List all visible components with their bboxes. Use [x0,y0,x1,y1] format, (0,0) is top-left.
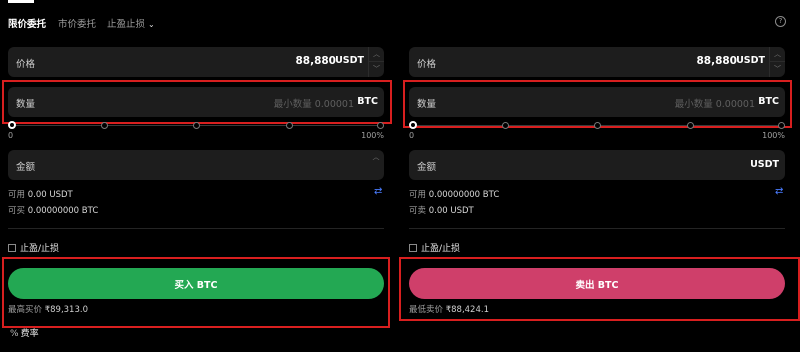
decrement-icon[interactable]: ﹀ [770,62,785,77]
slider-handle[interactable] [8,121,16,129]
sell-amount-field[interactable]: 数量 最小数量 0.00001 BTC [409,87,785,117]
tpsl-checkbox[interactable] [409,244,417,252]
buy-amount-field[interactable]: 数量 最小数量 0.00001 BTC [8,87,384,117]
buy-best-label: 最高买价 [8,305,43,315]
sell-best-value: ₹88,424.1 [445,305,489,315]
tpsl-checkbox[interactable] [8,244,16,252]
buy-amount-slider[interactable]: 0 100% [8,121,384,140]
sell-price-label: 价格 [417,59,437,70]
sell-best-price: 最低卖价 ₹88,424.1 [409,303,489,315]
sell-can-sell: 可卖 0.00 USDT [409,204,474,216]
buy-available-label: 可用 [8,190,26,200]
buy-amount-label: 数量 [16,99,36,110]
sell-price-field[interactable]: 价格 88,880 USDT ︿ ﹀ [409,47,785,77]
divider [8,228,384,229]
divider [409,228,785,229]
sell-price-stepper[interactable]: ︿ ﹀ [769,47,785,77]
transfer-icon[interactable]: ⇄ [374,186,382,197]
buy-btc-button[interactable]: 买入 BTC [8,268,384,299]
buy-price-label: 价格 [16,59,36,70]
sell-total-label: 金额 [417,162,437,173]
sell-total-unit: USDT [750,159,779,170]
sell-amount-unit: BTC [758,96,779,107]
sell-amount-slider[interactable]: 0 100% [409,121,785,140]
increment-icon[interactable]: ︿ [770,47,785,62]
slider-mark-100[interactable] [778,122,785,129]
slider-max-label: 100% [361,131,384,140]
slider-mark-25[interactable] [101,122,108,129]
slider-mark-50[interactable] [594,122,601,129]
slider-mark-100[interactable] [377,122,384,129]
buy-available-value: 0.00 USDT [27,190,73,200]
transfer-icon[interactable]: ⇄ [775,186,783,197]
buy-price-unit: USDT [335,55,364,66]
buy-can-buy: 可买 0.00000000 BTC [8,204,98,216]
buy-price-field[interactable]: 价格 88,880 USDT ︿ ﹀ [8,47,384,77]
buy-best-value: ₹89,313.0 [44,305,88,315]
sell-available-label: 可用 [409,190,427,200]
sell-total-field[interactable]: 金额 USDT [409,150,785,180]
sell-panel: 价格 88,880 USDT ︿ ﹀ 数量 最小数量 0.00001 BTC 0… [399,0,800,352]
buy-tpsl-option[interactable]: 止盈/止损 [8,241,59,254]
sell-can-sell-value: 0.00 USDT [428,206,474,216]
sell-tpsl-label: 止盈/止损 [421,244,461,254]
sell-tpsl-option[interactable]: 止盈/止损 [409,241,460,254]
slider-max-label: 100% [762,131,785,140]
buy-panel: 价格 88,880 USDT ︿ ﹀ 数量 最小数量 0.00001 BTC 0… [2,0,392,352]
percent-icon: % [10,329,19,339]
buy-can-buy-label: 可买 [8,206,26,216]
slider-min-label: 0 [8,131,14,140]
fee-rate-label: 费率 [20,329,39,339]
sell-amount-placeholder: 最小数量 0.00001 [674,99,755,110]
sell-available-value: 0.00000000 BTC [428,190,500,200]
fee-rate-link[interactable]: % 费率 [10,326,39,339]
buy-total-label: 金额 [16,162,36,173]
sell-price-value[interactable]: 88,880 [696,55,737,67]
sell-best-label: 最低卖价 [409,305,444,315]
sell-amount-label: 数量 [417,99,437,110]
sell-btc-button[interactable]: 卖出 BTC [409,268,785,299]
buy-total-stepper[interactable]: ︿ [368,150,384,180]
buy-tpsl-label: 止盈/止损 [20,244,60,254]
buy-amount-placeholder: 最小数量 0.00001 [273,99,354,110]
sell-available: 可用 0.00000000 BTC [409,188,499,200]
buy-best-price: 最高买价 ₹89,313.0 [8,303,88,315]
increment-icon[interactable]: ︿ [369,47,384,62]
sell-can-sell-label: 可卖 [409,206,427,216]
slider-mark-50[interactable] [193,122,200,129]
decrement-icon[interactable]: ﹀ [369,62,384,77]
sell-price-unit: USDT [736,55,765,66]
slider-mark-75[interactable] [286,122,293,129]
increment-icon[interactable]: ︿ [368,150,384,165]
buy-can-buy-value: 0.00000000 BTC [27,206,99,216]
buy-total-field[interactable]: 金额 ︿ [8,150,384,180]
slider-handle[interactable] [409,121,417,129]
buy-available: 可用 0.00 USDT [8,188,73,200]
slider-min-label: 0 [409,131,415,140]
buy-amount-unit: BTC [357,96,378,107]
buy-price-value[interactable]: 88,880 [295,55,336,67]
buy-price-stepper[interactable]: ︿ ﹀ [368,47,384,77]
slider-mark-25[interactable] [502,122,509,129]
slider-mark-75[interactable] [687,122,694,129]
